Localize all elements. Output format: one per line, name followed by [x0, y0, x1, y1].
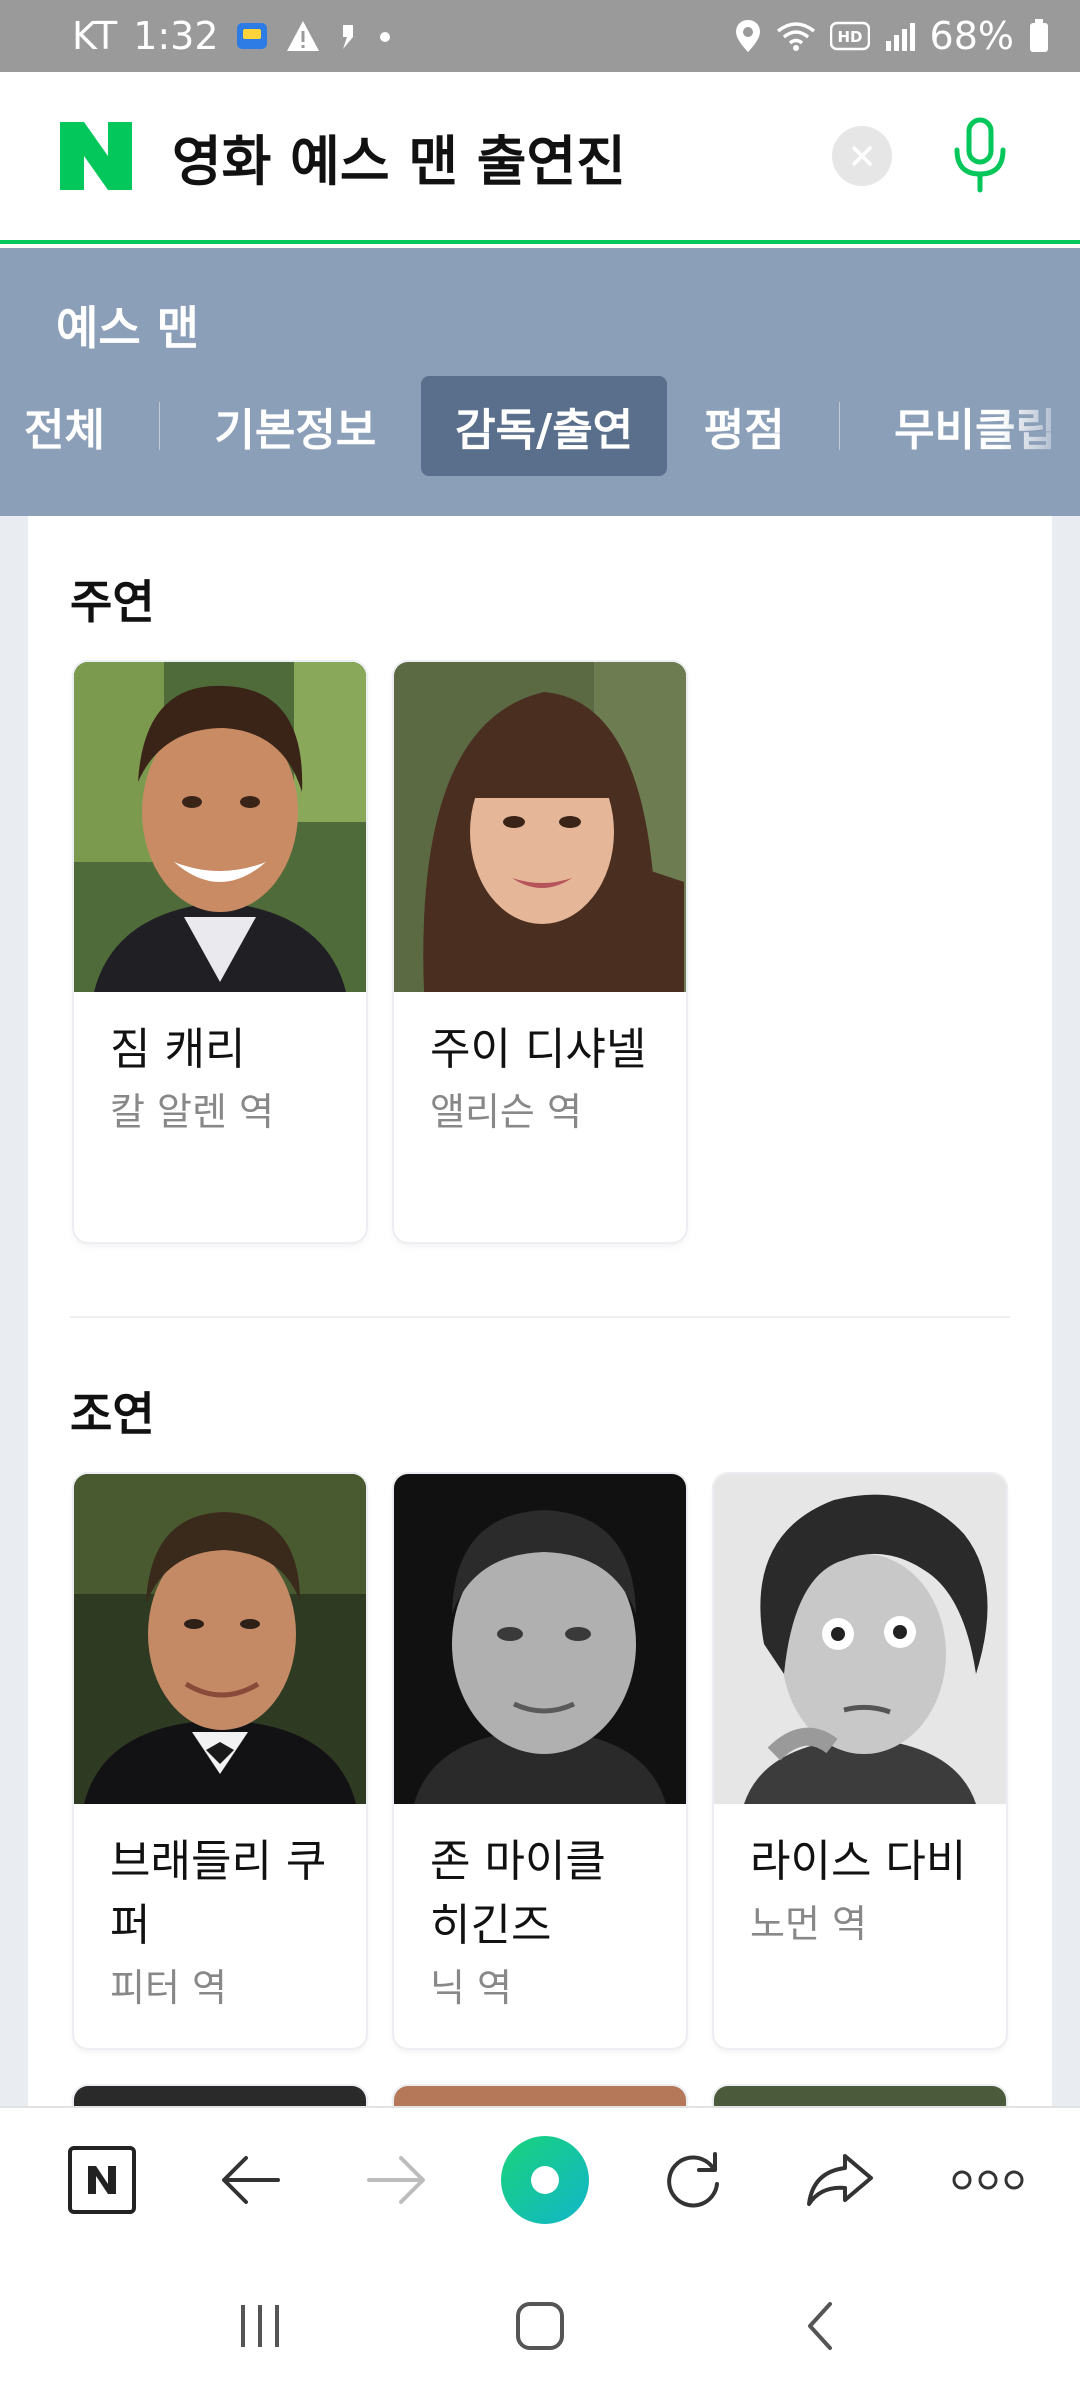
movie-tabs: 전체 기본정보 감독/출연 평점 무비클립: [0, 376, 1080, 476]
system-back-button[interactable]: [770, 2276, 870, 2376]
warning-icon: [285, 19, 321, 53]
messenger-icon: [235, 19, 269, 53]
actor-role: 칼 알렌 역: [110, 1090, 274, 1134]
share-button[interactable]: [790, 2130, 890, 2230]
close-icon: [852, 146, 872, 166]
green-dot-button[interactable]: [495, 2130, 595, 2230]
tab-ratings[interactable]: 평점: [680, 376, 809, 476]
home-icon: [516, 2302, 564, 2350]
back-arrow-icon: [221, 2156, 280, 2204]
forward-arrow-icon: [367, 2156, 426, 2204]
refresh-button[interactable]: [643, 2130, 743, 2230]
battery-percent: 68%: [929, 14, 1014, 58]
cast-card-jim-carrey[interactable]: 짐 캐리 칼 알렌 역: [74, 662, 366, 1242]
movie-title[interactable]: 예스 맨: [56, 292, 199, 358]
actor-role: 피터 역: [110, 1966, 227, 2010]
actor-name: 라이스 다비: [750, 1836, 967, 1887]
home-button[interactable]: [490, 2276, 590, 2376]
voice-search-button[interactable]: [940, 116, 1020, 196]
microphone-icon: [954, 117, 1006, 193]
clear-search-button[interactable]: [832, 126, 892, 186]
back-icon: [808, 2302, 832, 2350]
recent-apps-icon: [241, 2305, 279, 2347]
svg-text:HD: HD: [837, 28, 862, 46]
back-button[interactable]: [200, 2130, 300, 2230]
section-divider: [70, 1316, 1010, 1318]
naver-home-icon: [68, 2146, 136, 2214]
hd-icon: HD: [829, 21, 870, 51]
status-right: HD 68%: [734, 14, 1050, 58]
more-icon: [952, 2170, 1024, 2190]
recent-apps-button[interactable]: [210, 2276, 310, 2376]
browser-toolbar: [0, 2106, 1080, 2252]
naver-logo[interactable]: [60, 120, 132, 192]
cast-card-bradley-cooper[interactable]: 브래들리 쿠퍼 피터 역: [74, 1474, 366, 2048]
actor-name: 존 마이클 히긴즈: [430, 1836, 606, 1951]
forward-button[interactable]: [347, 2130, 447, 2230]
tab-basic-info[interactable]: 기본정보: [190, 376, 400, 476]
cast-content: 주연 짐 캐리 칼 알렌 역 주이 디샤넬 앨리슨 역 조연 브래들리 쿠퍼 피…: [28, 516, 1052, 2126]
share-icon: [807, 2154, 874, 2206]
search-header: 영화 예스 맨 출연진: [0, 72, 1080, 244]
tab-all[interactable]: 전체: [0, 376, 129, 476]
cast-card-john-michael-higgins[interactable]: 존 마이클 히긴즈 닉 역: [394, 1474, 686, 2048]
search-input[interactable]: 영화 예스 맨 출연진: [172, 117, 832, 196]
actor-name: 브래들리 쿠퍼: [110, 1836, 327, 1951]
actor-photo: [74, 1474, 366, 1804]
naver-home-button[interactable]: [52, 2130, 152, 2230]
cast-card-zooey-deschanel[interactable]: 주이 디샤넬 앨리슨 역: [394, 662, 686, 1242]
actor-photo: [74, 662, 366, 992]
tab-director-cast[interactable]: 감독/출연: [421, 376, 668, 476]
actor-name: 주이 디샤넬: [430, 1024, 647, 1075]
system-nav-bar: [0, 2252, 1080, 2400]
actor-name: 짐 캐리: [110, 1024, 246, 1075]
more-button[interactable]: [938, 2130, 1038, 2230]
tab-divider: [838, 402, 841, 450]
actor-photo: [394, 1474, 686, 1804]
notification-icon: [337, 19, 359, 53]
actor-role: 앨리슨 역: [430, 1090, 582, 1134]
green-dot-icon: [500, 2136, 589, 2224]
refresh-icon: [666, 2152, 719, 2208]
status-bar: KT 1:32 HD 68%: [0, 0, 1080, 72]
tab-fade: [1000, 376, 1080, 476]
lead-cast-title: 주연: [70, 575, 155, 629]
actor-role: 노먼 역: [750, 1902, 867, 1946]
battery-icon: [1028, 18, 1050, 54]
clock: 1:32: [133, 14, 219, 58]
dot-icon: [375, 19, 395, 53]
actor-role: 닉 역: [430, 1966, 512, 2010]
carrier-label: KT: [72, 14, 118, 58]
signal-icon: [884, 19, 916, 53]
movie-panel: 예스 맨 전체 기본정보 감독/출연 평점 무비클립: [0, 248, 1080, 516]
cast-card-rhys-darby[interactable]: 라이스 다비 노먼 역: [714, 1474, 1006, 2048]
wifi-icon: [776, 19, 816, 53]
status-left: KT 1:32: [72, 14, 395, 58]
actor-photo: [714, 1474, 1006, 1804]
location-icon: [734, 18, 762, 54]
actor-photo: [394, 662, 686, 992]
tab-divider: [158, 402, 161, 450]
supporting-cast-title: 조연: [70, 1387, 155, 1441]
